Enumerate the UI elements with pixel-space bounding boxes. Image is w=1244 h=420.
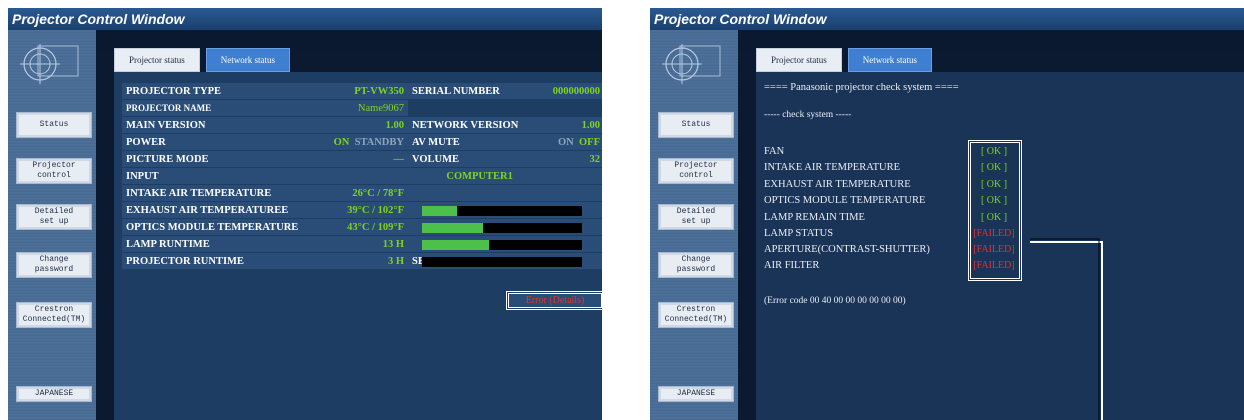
table-row: INTAKE AIR TEMPERATURE 26°C / 78°F [122,185,602,201]
power-label: POWER [122,134,326,150]
main-version-label: MAIN VERSION [122,117,326,133]
av-mute-value: ON OFF [542,134,602,150]
projector-name-value: Name9067 [325,100,408,116]
tab-network-status[interactable]: Network status [205,48,290,72]
picture-mode-label: PICTURE MODE [122,151,326,167]
projector-runtime-label: PROJECTOR RUNTIME [122,253,326,269]
volume-label: VOLUME [407,151,543,167]
sidebar-change-password-button[interactable]: Change password [658,252,734,278]
projector-control-window-check: Projector Control Window Status Projecto… [650,8,1244,420]
error-code: (Error code 00 40 00 00 00 00 00 00) [764,296,906,306]
serial-number-label: SERIAL NUMBER [407,83,543,99]
projector-control-window-status: Projector Control Window Status Projecto… [8,8,602,420]
exhaust-temp-gauge [422,223,582,233]
tab-bar: Projector status Network status [756,48,932,72]
lamp-runtime-label: LAMP RUNTIME [122,236,326,252]
table-row: PROJECTOR NAME Name9067 [122,100,602,116]
target-logo-icon [20,44,79,84]
table-row: PROJECTOR TYPE PT-VW350 SERIAL NUMBER 00… [122,83,602,99]
check-item-exhaust-label: EXHAUST AIR TEMPERATURE [764,179,911,190]
window-title: Projector Control Window [8,8,602,30]
power-standby: STANDBY [354,136,404,148]
check-item-fan-label: FAN [764,146,785,157]
power-value: ON STANDBY [325,134,408,150]
lamp-runtime-gauge [422,257,582,267]
av-mute-off: OFF [579,136,600,148]
sidebar-status-button[interactable]: Status [658,112,734,138]
intake-temp-gauge-fill [422,206,458,216]
check-item-lamp-remain-label: LAMP REMAIN TIME [764,212,865,223]
projector-name-label: PROJECTOR NAME [122,100,326,116]
picture-mode-value: — [325,151,408,167]
sidebar-status-button[interactable]: Status [16,112,92,138]
av-mute-on: ON [558,136,574,148]
check-item-intake-label: INTAKE AIR TEMPERATURE [764,162,901,173]
exhaust-temp-label: EXHAUST AIR TEMPERATUREE [122,202,326,218]
optics-temp-label: OPTICS MODULE TEMPERATURE [122,219,326,235]
sidebar: Status Projector control Detailed set up… [8,30,96,420]
serial-number-value: 000000000 [542,83,602,99]
table-row: PICTURE MODE — VOLUME 32 [122,151,602,167]
check-item-aperture-label: APERTURE(CONTRAST-SHUTTER) [764,244,930,255]
sidebar-japanese-button[interactable]: JAPANESE [16,386,92,402]
tab-projector-status[interactable]: Projector status [756,48,842,72]
intake-temp-value: 26°C / 78°F [325,185,408,201]
av-mute-label: AV MUTE [407,134,543,150]
sidebar-change-password-button[interactable]: Change password [16,252,92,278]
table-row: MAIN VERSION 1.00 NETWORK VERSION 1.00 [122,117,602,133]
exhaust-temp-value: 39°C / 102°F [325,202,408,218]
check-header: ==== Panasonic projector check system ==… [764,82,959,93]
power-on: ON [333,136,350,148]
network-version-label: NETWORK VERSION [407,117,543,133]
sidebar-projector-control-button[interactable]: Projector control [658,158,734,184]
table-row: POWER ON STANDBY AV MUTE ON OFF [122,134,602,150]
sidebar-detailed-setup-button[interactable]: Detailed set up [16,204,92,230]
check-item-lamp-status-label: LAMP STATUS [764,228,834,239]
intake-temp-gauge [422,206,582,216]
input-value: COMPUTER1 [325,168,543,184]
tab-bar: Projector status Network status [114,48,290,72]
target-logo-icon [662,44,721,84]
main-version-value: 1.00 [325,117,408,133]
optics-temp-value: 43°C / 109°F [325,219,408,235]
check-subheader: ----- check system ----- [764,110,852,120]
table-row: INPUT COMPUTER1 [122,168,602,184]
volume-value: 32 [542,151,602,167]
intake-temp-label: INTAKE AIR TEMPERATURE [122,185,326,201]
sidebar-projector-control-button[interactable]: Projector control [16,158,92,184]
lamp-runtime-value: 13 H [325,236,408,252]
check-item-optics-label: OPTICS MODULE TEMPERATURE [764,195,926,206]
check-item-air-filter-label: AIR FILTER [764,260,820,271]
tab-network-status[interactable]: Network status [847,48,932,72]
sidebar-crestron-button[interactable]: Crestron Connected(TM) [658,302,734,328]
exhaust-temp-gauge-fill [422,223,483,233]
projector-type-label: PROJECTOR TYPE [122,83,326,99]
optics-temp-gauge-fill [422,240,490,250]
tab-projector-status[interactable]: Projector status [114,48,200,72]
network-version-value: 1.00 [542,117,602,133]
self-test-error-link[interactable]: Error (Details) [506,291,602,310]
sidebar-detailed-setup-button[interactable]: Detailed set up [658,204,734,230]
projector-runtime-value: 3 H [325,253,408,269]
status-panel: PROJECTOR TYPE PT-VW350 SERIAL NUMBER 00… [114,72,602,420]
results-highlight-box [968,140,1022,281]
check-system-panel: ==== Panasonic projector check system ==… [756,72,1244,420]
projector-type-value: PT-VW350 [325,83,408,99]
sidebar-crestron-button[interactable]: Crestron Connected(TM) [16,302,92,328]
sidebar: Status Projector control Detailed set up… [650,30,738,420]
sidebar-japanese-button[interactable]: JAPANESE [658,386,734,402]
window-title: Projector Control Window [650,8,1244,30]
input-label: INPUT [122,168,326,184]
optics-temp-gauge [422,240,582,250]
